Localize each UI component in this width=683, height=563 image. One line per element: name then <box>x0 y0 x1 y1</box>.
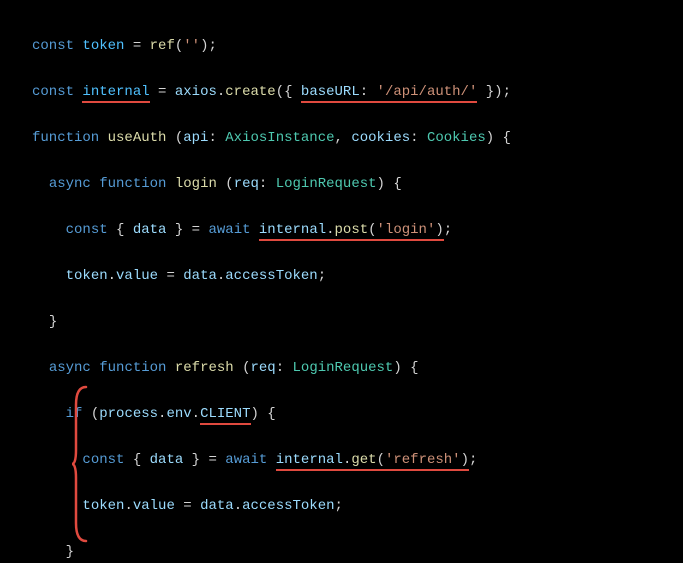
type-loginrequest: LoginRequest <box>276 176 377 192</box>
type-cookies: Cookies <box>427 130 486 146</box>
call-internal-get-refresh: internal.get('refresh') <box>276 452 469 471</box>
code-line: const { data } = await internal.get('ref… <box>32 449 683 472</box>
code-line: const token = ref(''); <box>32 35 683 58</box>
fn-create: create <box>225 84 275 100</box>
code-line: token.value = data.accessToken; <box>32 495 683 518</box>
prop-baseurl: baseURL: '/api/auth/' <box>301 84 477 103</box>
fn-refresh: refresh <box>175 360 234 376</box>
code-line: } <box>32 541 683 563</box>
code-line: async function login (req: LoginRequest)… <box>32 173 683 196</box>
fn-useauth: useAuth <box>108 130 167 146</box>
call-internal-post-login: internal.post('login') <box>259 222 444 241</box>
code-line: const { data } = await internal.post('lo… <box>32 219 683 242</box>
obj-axios: axios <box>175 84 217 100</box>
code-block: const token = ref(''); const internal = … <box>0 0 683 563</box>
var-token: token <box>82 38 124 54</box>
type-axiosinstance: AxiosInstance <box>225 130 334 146</box>
code-line: } <box>32 311 683 334</box>
hand-drawn-brace-annotation <box>70 339 88 497</box>
env-client: CLIENT <box>200 406 250 425</box>
code-line: token.value = data.accessToken; <box>32 265 683 288</box>
code-line: function useAuth (api: AxiosInstance, co… <box>32 127 683 150</box>
var-internal: internal <box>82 84 149 103</box>
code-line: async function refresh (req: LoginReques… <box>32 357 683 380</box>
keyword-const: const <box>32 38 74 54</box>
fn-ref: ref <box>150 38 175 54</box>
code-line: const internal = axios.create({ baseURL:… <box>32 81 683 104</box>
fn-login: login <box>175 176 217 192</box>
code-line: if (process.env.CLIENT) { <box>32 403 683 426</box>
